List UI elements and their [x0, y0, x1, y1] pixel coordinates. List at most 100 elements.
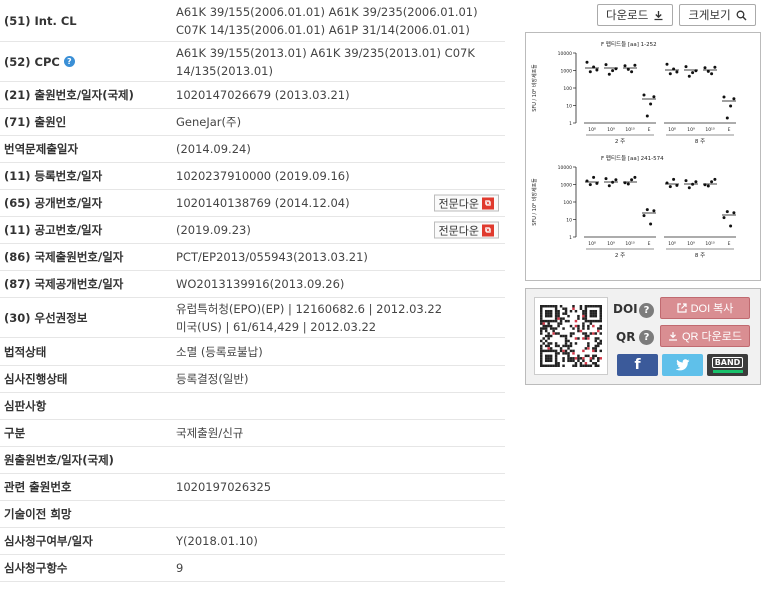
plot-dot: [588, 70, 592, 74]
plot-dot: [607, 72, 611, 76]
qr-module: [577, 327, 580, 330]
plot-dot: [623, 64, 627, 68]
share-panel: DOI ? QR ? DOI 복사 QR 다운로드 f BAND: [525, 288, 761, 385]
qr-module: [540, 354, 543, 358]
cpc-help-icon[interactable]: ?: [63, 56, 75, 67]
plot-xtick-label: 10⁹: [607, 127, 615, 133]
qr-module: [552, 329, 555, 333]
qr-module: [557, 309, 560, 313]
facebook-share-button[interactable]: f: [617, 354, 658, 376]
qr-module: [547, 314, 550, 318]
qr-module: [584, 334, 588, 338]
qr-module: [542, 327, 545, 330]
qr-module: [562, 317, 565, 320]
qr-module: [599, 307, 602, 310]
qr-module: [582, 309, 585, 313]
info-value: PCT/EP2013/055943(2013.03.21): [176, 250, 368, 264]
qr-module: [557, 364, 560, 367]
qr-module: [540, 312, 543, 315]
qr-module: [557, 322, 560, 325]
qr-module: [549, 349, 553, 353]
plot-ytick-label: 1: [569, 235, 572, 241]
full-text-download-button[interactable]: 전문다운 ⧉: [433, 194, 499, 212]
qr-module: [582, 357, 585, 360]
qr-module: [564, 344, 568, 348]
plot-xtick-label: 10⁸: [668, 127, 676, 133]
plot-dot: [694, 180, 698, 184]
qr-module: [552, 327, 555, 330]
plot-dot: [626, 182, 630, 186]
qr-module: [572, 349, 575, 353]
doi-help-icon[interactable]: ?: [639, 303, 654, 318]
plot-dot: [675, 70, 679, 74]
qr-module: [557, 362, 560, 365]
qr-module: [592, 314, 595, 318]
plot-dot: [710, 180, 714, 184]
qr-module: [589, 309, 593, 313]
qr-label: QR: [616, 330, 636, 344]
qr-module: [572, 357, 575, 360]
download-button[interactable]: 다운로드: [597, 4, 674, 26]
band-underline: [712, 370, 743, 373]
qr-module: [579, 305, 583, 308]
plot-title: F 펩티드들 [aa] 1-252: [601, 40, 657, 48]
qr-module: [597, 342, 600, 345]
info-value: 유럽특허청(EPO)(EP) | 12160682.6 | 2012.03.22…: [176, 301, 443, 334]
qr-module: [557, 324, 560, 328]
qr-module: [564, 312, 568, 315]
qr-module: [574, 319, 578, 323]
qr-module: [567, 319, 570, 323]
full-text-download-button[interactable]: 전문다운 ⧉: [433, 221, 499, 239]
plot-ytick-label: 100: [563, 200, 572, 206]
plot-dot: [684, 65, 688, 69]
qr-module: [599, 305, 602, 308]
zoom-button[interactable]: 크게보기: [679, 4, 756, 26]
doi-copy-button[interactable]: DOI 복사: [660, 297, 750, 319]
info-row: 관련 출원번호 1020197026325: [0, 474, 505, 501]
band-share-button[interactable]: BAND: [707, 354, 748, 376]
info-value: A61K 39/155(2006.01.01) A61K 39/235(2006…: [176, 4, 478, 37]
qr-module: [549, 309, 553, 313]
qr-module: [594, 344, 598, 348]
qr-module: [559, 349, 563, 353]
qr-module: [587, 334, 590, 338]
plot-dot: [706, 184, 710, 188]
qr-module: [540, 307, 543, 310]
plot-dot: [585, 60, 589, 64]
qr-module: [599, 349, 602, 353]
qr-help-icon[interactable]: ?: [639, 330, 654, 345]
qr-module: [549, 354, 553, 358]
twitter-share-button[interactable]: [662, 354, 703, 376]
info-row: 심사진행상태 등록결정(일반): [0, 366, 505, 393]
info-row: (30) 우선권정보 유럽특허청(EPO)(EP) | 12160682.6 | …: [0, 298, 505, 338]
qr-module: [579, 307, 583, 310]
qr-module: [544, 339, 548, 343]
magnifier-icon: [736, 10, 747, 20]
qr-module: [549, 359, 553, 363]
qr-module: [540, 329, 543, 333]
qr-module: [572, 332, 575, 335]
qr-module: [544, 324, 548, 328]
plot-ytick-label: 1000: [561, 68, 573, 74]
qr-module: [587, 327, 590, 330]
qr-module: [592, 305, 595, 308]
plot-ytick-label: 1000: [561, 182, 573, 188]
qr-module: [544, 329, 548, 333]
qr-download-button[interactable]: QR 다운로드: [660, 325, 750, 347]
info-label: 원출원번호/일자(국제): [4, 453, 114, 467]
qr-module: [572, 359, 575, 363]
plot-dot: [649, 222, 653, 226]
qr-module: [562, 327, 565, 330]
qr-module: [594, 349, 598, 353]
qr-module: [540, 352, 543, 355]
qr-module: [547, 364, 550, 367]
qr-module: [562, 307, 565, 310]
qr-module: [542, 349, 545, 353]
qr-module: [592, 319, 595, 323]
qr-module: [549, 324, 553, 328]
info-label: (11) 등록번호/일자: [4, 169, 103, 183]
info-label: (71) 출원인: [4, 115, 67, 129]
qr-code: [534, 297, 608, 375]
representative-figure[interactable]: F 펩티드들 [aa] 1-252 SFU / 10⁶ 비장세포들 10000 100…: [525, 32, 761, 281]
qr-module: [544, 349, 548, 353]
